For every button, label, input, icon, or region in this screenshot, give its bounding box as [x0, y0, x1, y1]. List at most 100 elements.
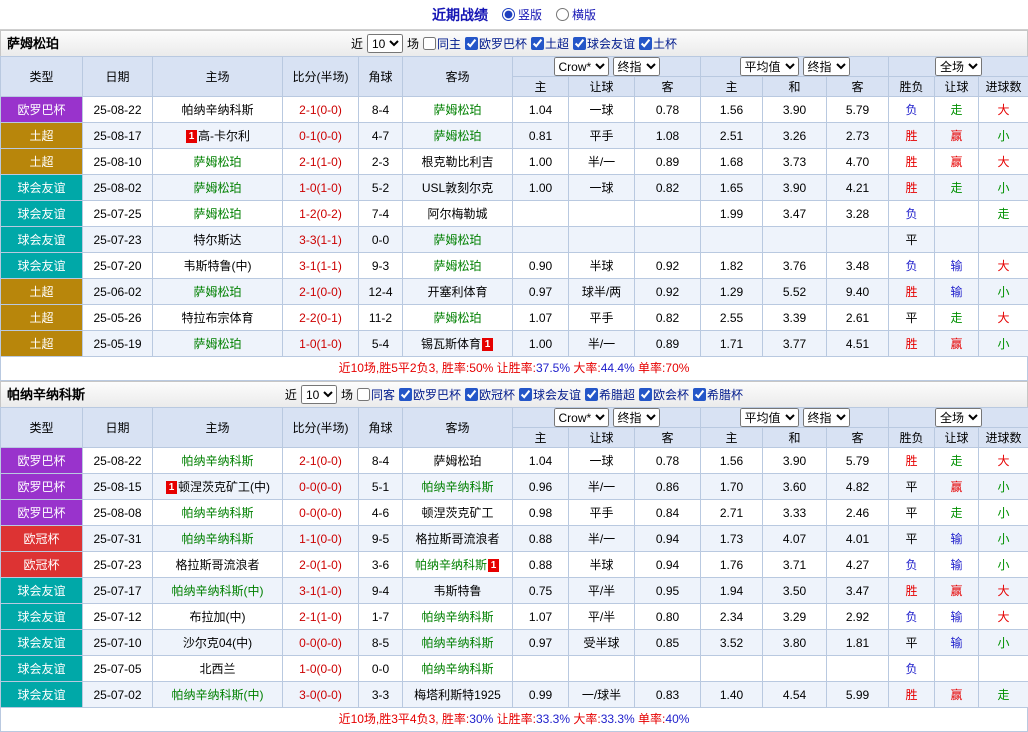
league-filter-checkbox[interactable]: 欧冠杯 [465, 386, 515, 403]
result-goals: 大 [979, 97, 1028, 123]
result-outcome: 负 [889, 656, 935, 682]
away-team: 韦斯特鲁 [403, 578, 513, 604]
match-count-select[interactable]: 10 [301, 385, 337, 404]
match-corners: 5-4 [359, 331, 403, 357]
team-link: 特拉布宗体育 [181, 311, 253, 325]
league-filter-checkbox-input[interactable] [573, 37, 586, 50]
away-team: 帕纳辛纳科斯1 [403, 552, 513, 578]
result-goals: 大 [979, 578, 1028, 604]
league-filter-checkbox-input[interactable] [639, 388, 652, 401]
result-goals: 小 [979, 331, 1028, 357]
league-filter-checkbox-input[interactable] [693, 388, 706, 401]
avg-home: 1.56 [701, 97, 763, 123]
team-link: 阿尔梅勒城 [427, 207, 487, 221]
odds-handicap: 半/一 [569, 526, 635, 552]
odds-home: 0.96 [513, 474, 569, 500]
odds-time-select[interactable]: 终指 [613, 57, 660, 76]
league-filter-checkbox-input[interactable] [531, 37, 544, 50]
match-corners: 2-3 [359, 149, 403, 175]
odds-away [635, 227, 701, 253]
match-type: 土超 [1, 331, 83, 357]
league-filter-checkbox[interactable]: 欧会杯 [639, 386, 689, 403]
match-row: 欧冠杯25-07-23格拉斯哥流浪者2-0(1-0)3-6帕纳辛纳科斯10.88… [1, 552, 1028, 578]
team-link: 萨姆松珀 [193, 181, 241, 195]
match-corners: 8-4 [359, 448, 403, 474]
scope-select[interactable]: 全场 [935, 408, 982, 427]
team-link: 帕纳辛纳科斯 [181, 454, 253, 468]
summary-segment: 50% [469, 361, 493, 375]
league-filter-checkbox[interactable]: 球会友谊 [519, 386, 581, 403]
same-venue-checkbox[interactable]: 同客 [357, 386, 395, 403]
avg-type-select[interactable]: 平均值 [740, 408, 799, 427]
match-score: 2-1(0-0) [283, 448, 359, 474]
league-filter-checkbox-input[interactable] [465, 37, 478, 50]
match-row: 欧罗巴杯25-08-22帕纳辛纳科斯2-1(0-0)8-4萨姆松珀1.04一球0… [1, 448, 1028, 474]
odds-away: 0.80 [635, 604, 701, 630]
avg-away: 4.01 [827, 526, 889, 552]
result-outcome: 平 [889, 305, 935, 331]
league-filter-checkbox[interactable]: 希腊杯 [693, 386, 743, 403]
league-filter-checkbox[interactable]: 球会友谊 [573, 35, 635, 52]
league-filter-checkbox[interactable]: 土杯 [639, 35, 677, 52]
away-team: 锡瓦斯体育1 [403, 331, 513, 357]
team-link: 萨姆松珀 [433, 103, 481, 117]
league-filter-checkbox-input[interactable] [465, 388, 478, 401]
league-filter-checkbox-input[interactable] [639, 37, 652, 50]
summary-segment: 近10场,胜3平4负3, 胜率: [339, 712, 470, 726]
odds-handicap: 一球 [569, 97, 635, 123]
result-goals: 小 [979, 630, 1028, 656]
odds-away: 0.82 [635, 305, 701, 331]
layout-radio-vertical[interactable]: 竖版 [502, 6, 542, 23]
league-filter-checkbox-input[interactable] [519, 388, 532, 401]
result-outcome: 平 [889, 227, 935, 253]
layout-radio-horizontal-input[interactable] [556, 8, 569, 21]
avg-time-select[interactable]: 终指 [803, 57, 850, 76]
avg-away: 2.92 [827, 604, 889, 630]
team-link: 帕纳辛纳科斯 [415, 558, 487, 572]
team-link: 特尔斯达 [193, 233, 241, 247]
match-count-select[interactable]: 10 [367, 34, 403, 53]
avg-time-select[interactable]: 终指 [803, 408, 850, 427]
league-filter-checkbox[interactable]: 希腊超 [585, 386, 635, 403]
matches-table: 类型 日期 主场 比分(半场) 角球 客场 Crow*终指 平均值终指 全场 [0, 407, 1028, 708]
same-venue-checkbox-input[interactable] [357, 388, 370, 401]
match-date: 25-08-22 [83, 97, 153, 123]
match-row: 土超25-08-10萨姆松珀2-1(1-0)2-3根克勒比利吉1.00半/一0.… [1, 149, 1028, 175]
layout-radio-horizontal[interactable]: 横版 [556, 6, 596, 23]
layout-radio-vertical-input[interactable] [502, 8, 515, 21]
avg-dropdown-cell: 平均值终指 [701, 408, 889, 428]
odds-handicap [569, 227, 635, 253]
league-filter-checkbox-input[interactable] [585, 388, 598, 401]
scope-dropdown-cell: 全场 [889, 57, 1028, 77]
odds-time-select[interactable]: 终指 [613, 408, 660, 427]
avg-type-select[interactable]: 平均值 [740, 57, 799, 76]
odds-away: 0.83 [635, 682, 701, 708]
team-link: 帕纳辛纳科斯 [421, 480, 493, 494]
team-link: 萨姆松珀 [433, 311, 481, 325]
team-name: 萨姆松珀 [7, 31, 59, 57]
league-filter-checkbox-input[interactable] [399, 388, 412, 401]
match-date: 25-07-23 [83, 552, 153, 578]
odds-company-select[interactable]: Crow* [554, 57, 609, 76]
match-corners: 5-2 [359, 175, 403, 201]
odds-company-select[interactable]: Crow* [554, 408, 609, 427]
league-filter-checkbox[interactable]: 欧罗巴杯 [465, 35, 527, 52]
home-team: 北西兰 [153, 656, 283, 682]
result-handicap: 输 [935, 279, 979, 305]
odds-handicap: 平手 [569, 305, 635, 331]
match-corners: 9-3 [359, 253, 403, 279]
col-header-goals-result: 进球数 [979, 428, 1028, 448]
avg-draw: 5.52 [763, 279, 827, 305]
odds-home: 1.00 [513, 149, 569, 175]
same-venue-checkbox[interactable]: 同主 [423, 35, 461, 52]
team-link: 顿涅茨克矿工 [421, 506, 493, 520]
match-date: 25-07-25 [83, 201, 153, 227]
odds-home [513, 201, 569, 227]
league-filter-checkbox[interactable]: 土超 [531, 35, 569, 52]
same-venue-checkbox-input[interactable] [423, 37, 436, 50]
scope-select[interactable]: 全场 [935, 57, 982, 76]
col-header-avg-draw: 和 [763, 77, 827, 97]
league-filter-checkbox[interactable]: 欧罗巴杯 [399, 386, 461, 403]
result-outcome: 胜 [889, 123, 935, 149]
result-handicap: 输 [935, 253, 979, 279]
